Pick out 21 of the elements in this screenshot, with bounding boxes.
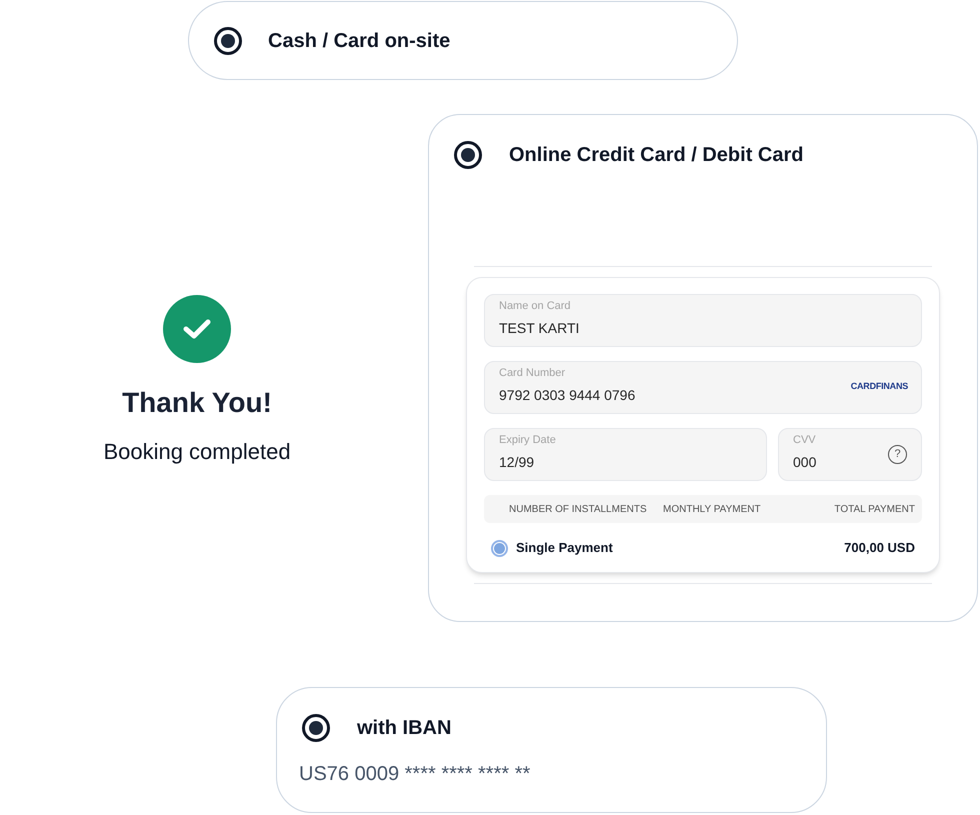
option-label[interactable]: Cash / Card on-site	[268, 30, 450, 50]
radio-button[interactable]	[491, 540, 508, 556]
table-cell-text: Single Payment	[516, 539, 613, 558]
column-header: NUMBER OF INSTALLMENTS	[508, 502, 648, 516]
option-label[interactable]: Online Credit Card / Debit Card	[509, 145, 804, 165]
input-field[interactable]: Name on Card TEST KARTI	[484, 294, 922, 347]
help-icon[interactable]: ?	[888, 445, 907, 464]
input-field[interactable]: CVV 000 ?	[778, 428, 922, 481]
radio-button[interactable]	[454, 141, 482, 169]
option-label[interactable]: with IBAN	[357, 718, 452, 738]
column-header: MONTHLY PAYMENT	[663, 502, 762, 516]
iban-text: US76 0009 **** **** **** **	[298, 762, 532, 784]
radio-button[interactable]	[302, 714, 330, 742]
thank-you-heading: Thank You!	[122, 389, 272, 417]
confirmation-message: Booking completed	[103, 441, 291, 463]
column-header: TOTAL PAYMENT	[833, 502, 916, 516]
input-field[interactable]: Expiry Date 12/99	[484, 428, 767, 481]
card-brand-logo: CARDFINANS	[850, 382, 908, 391]
radio-button[interactable]	[214, 26, 242, 54]
table-cell-text: 700,00 USD	[844, 539, 915, 558]
input-field[interactable]: Card Number 9792 0303 9444 0796 CARDFINANS	[484, 361, 922, 414]
